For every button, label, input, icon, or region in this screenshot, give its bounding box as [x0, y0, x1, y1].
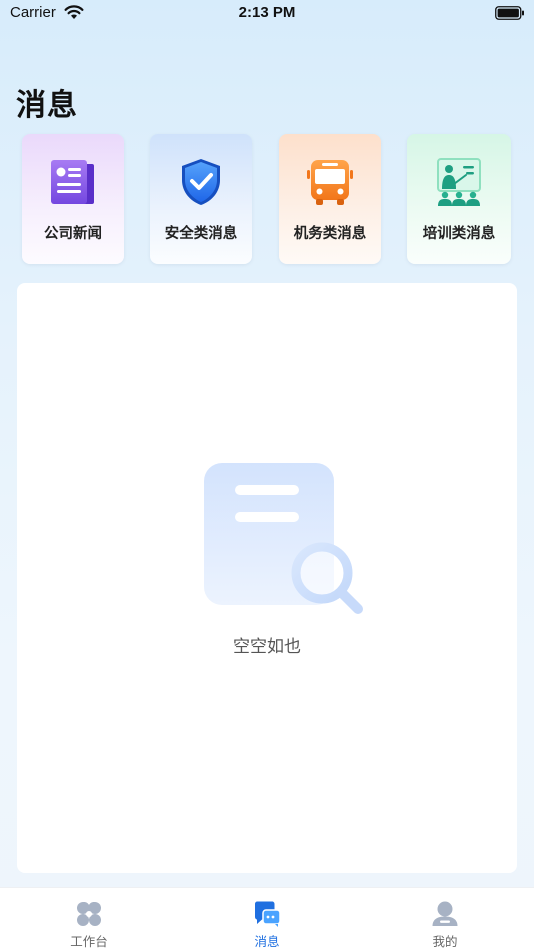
bus-icon — [307, 160, 353, 205]
category-label: 安全类消息 — [164, 226, 238, 242]
category-label: 公司新闻 — [44, 226, 102, 242]
status-bar: Carrier 2:13 PM — [0, 0, 534, 28]
workbench-icon — [77, 902, 101, 926]
tab-label: 消息 — [254, 934, 280, 949]
status-time: 2:13 PM — [238, 4, 296, 21]
battery-icon — [495, 6, 524, 20]
page-title: 消息 — [16, 88, 78, 123]
message-icon — [255, 901, 281, 927]
shield-check-icon — [182, 159, 220, 205]
category-card-safety[interactable]: 安全类消息 — [150, 134, 252, 264]
profile-icon — [432, 901, 458, 926]
category-label: 培训类消息 — [422, 226, 496, 242]
category-list: 公司新闻 安全类消息 机务类消息 培训类消息 — [22, 134, 512, 264]
empty-document-search-icon — [204, 463, 363, 614]
training-icon — [437, 158, 481, 206]
category-card-company-news[interactable]: 公司新闻 — [22, 134, 124, 264]
tab-label: 工作台 — [70, 934, 108, 949]
category-card-training[interactable]: 培训类消息 — [407, 134, 511, 264]
tab-workbench[interactable]: 工作台 — [29, 888, 149, 950]
newspaper-icon — [51, 160, 94, 204]
bottom-tab-bar: 工作台 消息 我的 — [0, 887, 534, 950]
tab-profile[interactable]: 我的 — [385, 888, 505, 950]
message-list-panel: 空空如也 — [17, 283, 517, 873]
tab-label: 我的 — [432, 934, 458, 949]
category-card-maintenance[interactable]: 机务类消息 — [279, 134, 381, 264]
empty-state-text: 空空如也 — [233, 637, 301, 657]
category-label: 机务类消息 — [293, 226, 367, 242]
tab-messages[interactable]: 消息 — [207, 888, 327, 950]
